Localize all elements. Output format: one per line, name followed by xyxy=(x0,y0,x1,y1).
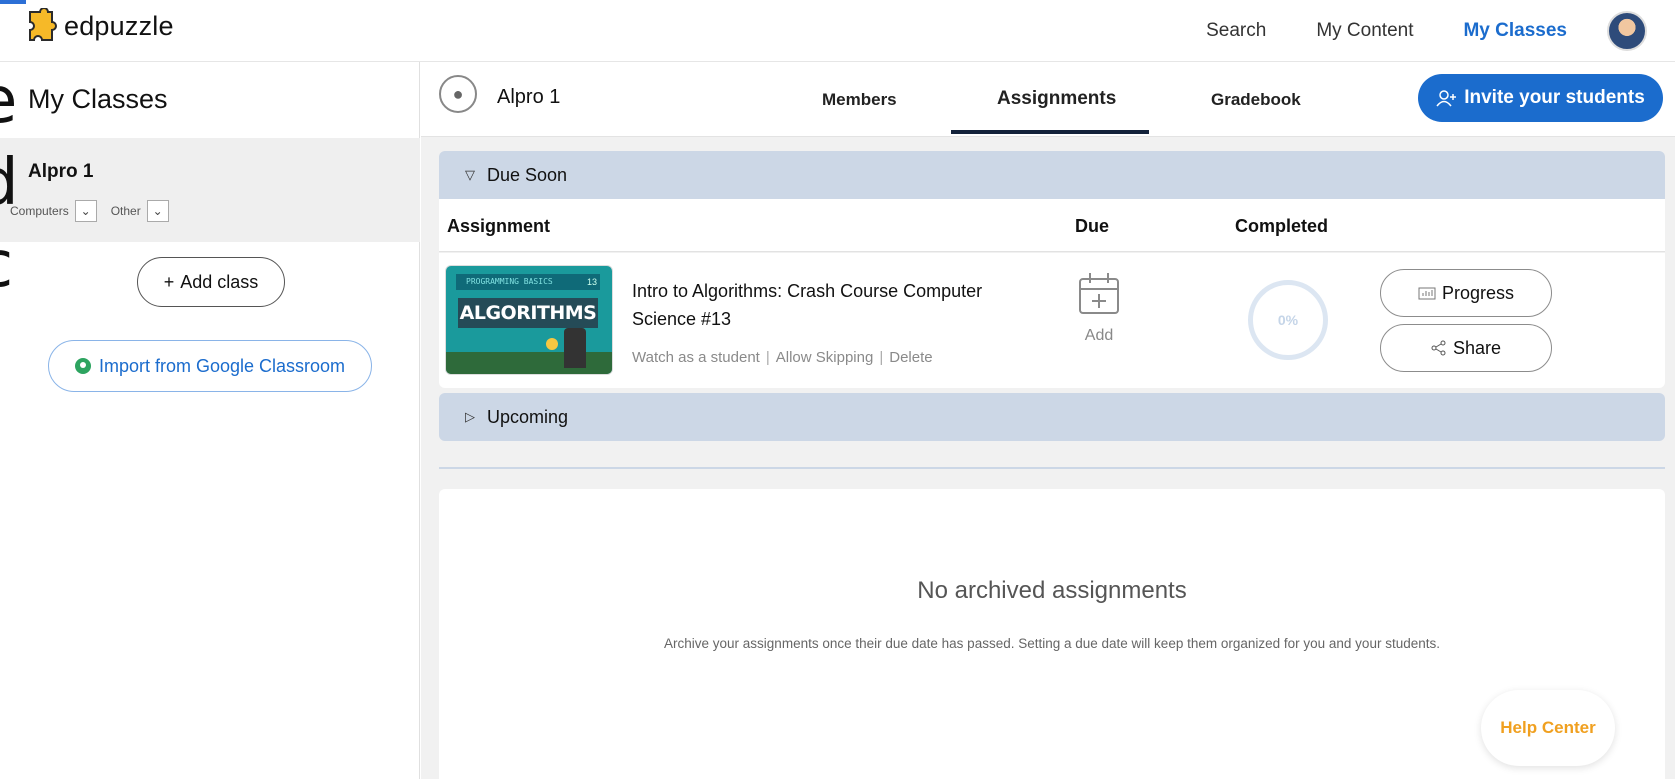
triangle-down-icon: ▽ xyxy=(465,167,475,182)
completion-value: 0% xyxy=(1277,312,1299,328)
nav-my-classes[interactable]: My Classes xyxy=(1463,20,1567,42)
assignment-actions: Watch as a student | Allow Skipping | De… xyxy=(632,349,933,366)
tab-gradebook[interactable]: Gradebook xyxy=(1211,90,1301,110)
progress-button[interactable]: Progress xyxy=(1380,269,1552,317)
separator: | xyxy=(765,349,770,366)
calendar-add-icon xyxy=(1079,273,1119,314)
allow-skipping-link[interactable]: Allow Skipping xyxy=(776,349,874,366)
share-icon xyxy=(1431,340,1446,356)
sidebar: My Classes Alpro 1 Computers ⌄ Other ⌄ +… xyxy=(0,62,420,779)
plus-icon: + xyxy=(163,271,175,292)
puzzle-logo-icon xyxy=(29,8,57,41)
add-class-label: Add class xyxy=(180,271,259,292)
class-avatar-icon: ● xyxy=(439,75,477,113)
invite-label: Invite your students xyxy=(1464,87,1645,108)
add-due-label: Add xyxy=(1084,327,1114,344)
header-class-name: Alpro 1 xyxy=(497,86,561,108)
separator: | xyxy=(879,349,884,366)
help-center-label: Help Center xyxy=(1500,718,1596,737)
assignments-panel: ▽ Due Soon Assignment Due Completed PROG… xyxy=(421,137,1675,779)
column-assignment: Assignment xyxy=(447,216,551,236)
tag-computers: Computers xyxy=(10,204,69,218)
assignment-row: PROGRAMMING BASICS 13 ALGORITHMS Intro t… xyxy=(439,253,1665,388)
chevron-down-icon[interactable]: ⌄ xyxy=(146,200,169,222)
column-completed: Completed xyxy=(1235,216,1329,236)
due-soon-header[interactable]: ▽ Due Soon xyxy=(439,151,1665,199)
progress-label: Progress xyxy=(1441,282,1515,303)
add-due-date-button[interactable]: Add xyxy=(1077,269,1121,345)
top-bar: edpuzzle Search My Content My Classes xyxy=(0,0,1675,62)
class-name: Alpro 1 xyxy=(28,161,94,182)
column-due: Due xyxy=(1075,216,1110,236)
top-nav: Search My Content My Classes xyxy=(1206,0,1675,62)
thumbnail-band: PROGRAMMING BASICS xyxy=(456,274,592,290)
tab-assignments[interactable]: Assignments xyxy=(997,88,1116,110)
add-class-button[interactable]: + Add class xyxy=(137,257,285,307)
avatar[interactable] xyxy=(1607,11,1647,51)
tag-other: Other xyxy=(110,204,141,218)
archive-title: No archived assignments xyxy=(917,577,1187,604)
tab-members[interactable]: Members xyxy=(822,90,897,110)
import-label: Import from Google Classroom xyxy=(98,355,346,376)
import-google-classroom-button[interactable]: Import from Google Classroom xyxy=(48,340,372,392)
class-card-alpro-1[interactable]: Alpro 1 Computers ⌄ Other ⌄ xyxy=(0,138,420,242)
share-label: Share xyxy=(1452,337,1502,358)
archive-subtitle: Archive your assignments once their due … xyxy=(664,636,1440,651)
nav-my-content[interactable]: My Content xyxy=(1316,20,1413,42)
bar-chart-icon xyxy=(1418,287,1436,300)
chevron-down-icon[interactable]: ⌄ xyxy=(74,200,97,222)
logo-text: edpuzzle xyxy=(64,10,174,41)
delete-link[interactable]: Delete xyxy=(889,349,932,366)
triangle-right-icon: ▷ xyxy=(465,409,475,424)
add-user-icon xyxy=(1436,90,1457,107)
thumbnail-floor xyxy=(446,352,612,374)
class-tags: Computers ⌄ Other ⌄ xyxy=(10,200,177,222)
help-center-button[interactable]: Help Center xyxy=(1481,690,1615,766)
thumbnail-title: ALGORITHMS xyxy=(458,298,598,328)
logo[interactable]: edpuzzle xyxy=(24,8,174,44)
class-header: ● Alpro 1 Members Assignments Gradebook … xyxy=(421,62,1675,137)
section-divider xyxy=(439,467,1665,469)
upcoming-label: Upcoming xyxy=(487,406,569,427)
upcoming-header[interactable]: ▷ Upcoming xyxy=(439,393,1665,441)
assignments-table-header: Assignment Due Completed xyxy=(439,199,1665,252)
share-button[interactable]: Share xyxy=(1380,324,1552,372)
completion-ring: 0% xyxy=(1248,280,1328,360)
active-tab-underline xyxy=(951,130,1149,134)
video-thumbnail[interactable]: PROGRAMMING BASICS 13 ALGORITHMS xyxy=(445,265,613,375)
invite-students-button[interactable]: Invite your students xyxy=(1418,74,1663,122)
thumbnail-episode: 13 xyxy=(584,274,600,290)
slide-edge-bar xyxy=(0,0,26,4)
thumbnail-dot xyxy=(546,338,558,350)
watch-as-student-link[interactable]: Watch as a student xyxy=(632,349,760,366)
sidebar-title: My Classes xyxy=(28,84,168,114)
assignment-title[interactable]: Intro to Algorithms: Crash Course Comput… xyxy=(632,277,1002,333)
due-soon-label: Due Soon xyxy=(487,164,568,185)
thumbnail-figure xyxy=(564,328,586,368)
google-classroom-icon xyxy=(74,358,91,374)
nav-search[interactable]: Search xyxy=(1206,20,1266,42)
